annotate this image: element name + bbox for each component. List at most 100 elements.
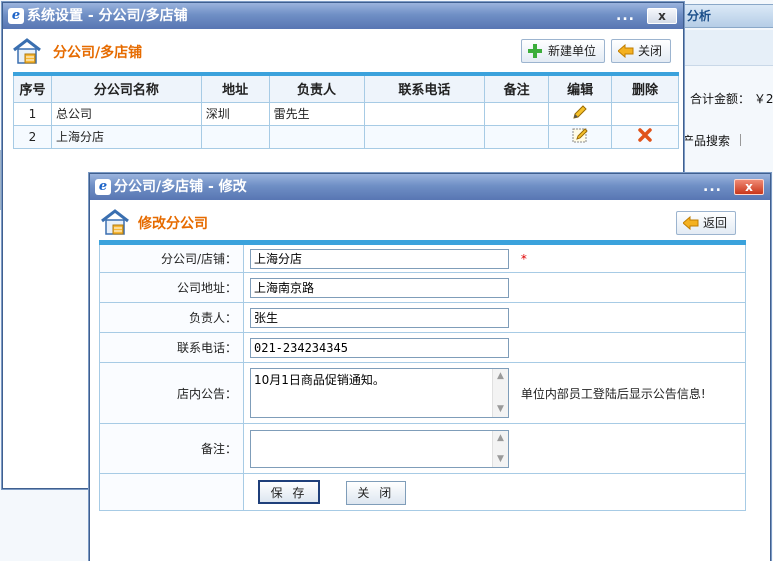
remark-scrollbar[interactable]: ▲ ▼ <box>492 430 508 467</box>
cell-phone <box>363 124 486 149</box>
form-row-remark: 备注： ▲ ▼ <box>99 423 746 474</box>
list-window-title: 系统设置 - 分公司/多店铺 <box>27 8 188 24</box>
list-panel-header: 分公司/多店铺 新建单位 关闭 <box>3 29 683 69</box>
address-input[interactable] <box>250 277 509 298</box>
pencil-icon[interactable] <box>572 104 588 120</box>
scroll-down-icon[interactable]: ▼ <box>493 402 508 417</box>
cell-delete <box>611 101 679 126</box>
column-header-address: 地址 <box>200 73 270 103</box>
branch-table: 序号 分公司名称 地址 负责人 联系电话 备注 编辑 删除 1 总公司 深圳 雷… <box>13 72 679 149</box>
cell-address: 深圳 <box>200 101 270 126</box>
branch-name-label: 分公司/店铺： <box>99 242 244 273</box>
cell-edit <box>548 101 613 126</box>
save-button[interactable]: 保 存 <box>258 479 320 504</box>
column-header-phone: 联系电话 <box>363 73 486 103</box>
edit-panel-title: 修改分公司 <box>138 216 208 232</box>
required-mark: * <box>520 252 527 266</box>
notice-cell: 10月1日商品促销通知。 ▲ ▼ 单位内部员工登陆后显示公告信息! <box>243 362 746 424</box>
back-button-label: 返回 <box>703 216 728 230</box>
home-icon <box>101 209 129 235</box>
separator <box>740 134 742 146</box>
edit-window-close-button[interactable]: x <box>734 179 764 195</box>
column-header-no: 序号 <box>13 73 52 103</box>
window-menu-dots[interactable]: ... <box>616 3 635 29</box>
tab-analysis[interactable]: 分析 <box>680 4 773 28</box>
home-icon <box>13 38 41 64</box>
cell-address <box>200 124 270 149</box>
product-search-label: 产品搜索 <box>682 134 731 148</box>
add-branch-button[interactable]: 新建单位 <box>521 39 606 63</box>
table-row: 1 总公司 深圳 雷先生 <box>13 101 679 126</box>
cell-manager <box>268 124 365 149</box>
phone-label: 联系电话： <box>99 332 244 363</box>
notice-scrollbar[interactable]: ▲ ▼ <box>492 369 508 417</box>
cell-manager: 雷先生 <box>268 101 365 126</box>
manager-label: 负责人： <box>99 302 244 333</box>
edit-panel-header: 修改分公司 返回 <box>90 200 770 240</box>
back-arrow-icon <box>618 44 634 58</box>
remark-cell: ▲ ▼ <box>243 423 746 474</box>
window-menu-dots[interactable]: ... <box>703 174 722 200</box>
remark-textarea[interactable] <box>251 430 492 467</box>
table-row: 2 上海分店 <box>13 124 679 149</box>
scroll-up-icon[interactable]: ▲ <box>493 431 508 446</box>
back-button[interactable]: 返回 <box>676 211 737 235</box>
back-arrow-icon <box>683 216 699 230</box>
column-header-manager: 负责人 <box>268 73 365 103</box>
cell-note <box>484 101 550 126</box>
cell-name: 总公司 <box>50 101 202 126</box>
notice-textarea[interactable]: 10月1日商品促销通知。 <box>251 369 492 417</box>
plus-icon <box>528 44 542 58</box>
branch-name-input[interactable] <box>250 248 509 269</box>
table-header-row: 序号 分公司名称 地址 负责人 联系电话 备注 编辑 删除 <box>13 73 679 103</box>
edit-window-titlebar[interactable]: e 分公司/多店铺 - 修改 ... x <box>90 174 770 200</box>
phone-input[interactable] <box>250 337 509 358</box>
remark-label: 备注： <box>99 423 244 474</box>
form-row-manager: 负责人： <box>99 302 746 333</box>
cell-no: 1 <box>13 101 52 126</box>
column-header-name: 分公司名称 <box>50 73 202 103</box>
cell-no: 2 <box>13 124 52 149</box>
scroll-up-icon[interactable]: ▲ <box>493 369 508 384</box>
edit-window-title: 分公司/多店铺 - 修改 <box>114 179 247 195</box>
branch-edit-form: 分公司/店铺： * 公司地址： 负责人： 联系电话： 店内公告： <box>99 240 746 511</box>
ie-icon: e <box>95 179 111 195</box>
scroll-down-icon[interactable]: ▼ <box>493 452 508 467</box>
actions-spacer <box>99 473 244 511</box>
close-form-button[interactable]: 关 闭 <box>345 480 406 505</box>
edit-note-icon[interactable] <box>572 127 588 143</box>
background-toolbar <box>680 30 773 66</box>
close-list-button[interactable]: 关闭 <box>611 39 672 63</box>
manager-cell <box>243 302 746 333</box>
actions-cell: 保 存 关 闭 <box>243 473 746 511</box>
cell-name: 上海分店 <box>50 124 202 149</box>
delete-icon[interactable] <box>638 128 652 142</box>
column-header-note: 备注 <box>484 73 550 103</box>
cell-delete <box>611 124 679 149</box>
close-list-label: 关闭 <box>638 44 663 58</box>
form-row-notice: 店内公告： 10月1日商品促销通知。 ▲ ▼ 单位内部员工登陆后显示公告信息! <box>99 362 746 424</box>
column-header-edit: 编辑 <box>548 73 613 103</box>
address-cell <box>243 272 746 303</box>
list-window-titlebar[interactable]: e 系统设置 - 分公司/多店铺 ... x <box>3 3 683 29</box>
notice-label: 店内公告： <box>99 362 244 424</box>
total-amount-label: 合计金额： ￥2 <box>690 92 773 106</box>
cell-edit <box>548 124 613 149</box>
list-window-close-button[interactable]: x <box>647 8 677 24</box>
add-branch-label: 新建单位 <box>548 44 597 58</box>
branch-edit-window: e 分公司/多店铺 - 修改 ... x 修改分公司 返回 分公司/店铺： * <box>89 173 771 561</box>
form-row-phone: 联系电话： <box>99 332 746 363</box>
product-search-link[interactable]: 产品搜索 <box>680 130 773 152</box>
ie-icon: e <box>8 8 24 24</box>
form-row-actions: 保 存 关 闭 <box>99 473 746 511</box>
list-panel-title: 分公司/多店铺 <box>53 45 143 61</box>
cell-phone <box>363 101 486 126</box>
notice-hint: 单位内部员工登陆后显示公告信息! <box>520 386 706 401</box>
cell-note <box>484 124 550 149</box>
manager-input[interactable] <box>250 307 509 328</box>
form-row-address: 公司地址： <box>99 272 746 303</box>
form-row-branch: 分公司/店铺： * <box>99 242 746 273</box>
remark-textarea-frame: ▲ ▼ <box>250 429 509 468</box>
address-label: 公司地址： <box>99 272 244 303</box>
column-header-delete: 删除 <box>611 73 679 103</box>
